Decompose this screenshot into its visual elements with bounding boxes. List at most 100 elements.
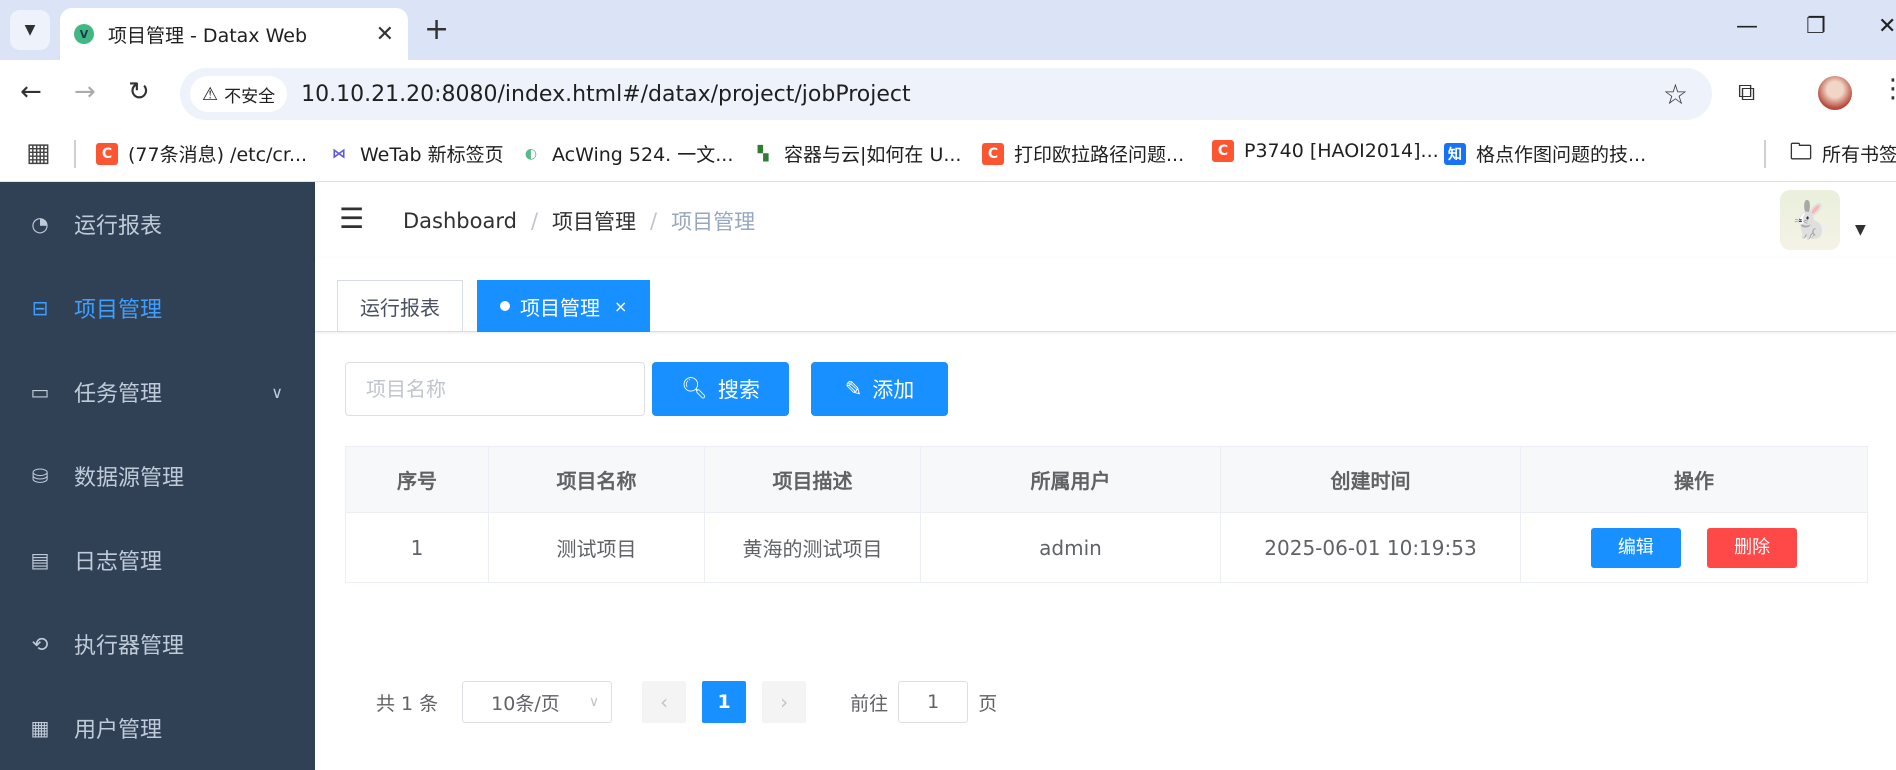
- sidebar-item-users[interactable]: ▦ 用户管理: [0, 686, 315, 770]
- tags-view: 运行报表 项目管理 ×: [315, 258, 1896, 332]
- bookmark-separator: [1764, 140, 1766, 168]
- goto-suffix: 页: [978, 692, 998, 715]
- breadcrumb-project[interactable]: 项目管理: [552, 206, 636, 236]
- sidebar-item-executor[interactable]: ⟲ 执行器管理: [0, 602, 315, 686]
- bookmark-item[interactable]: 知 格点作图问题的技...: [1444, 140, 1646, 167]
- csdn-icon: C: [982, 142, 1004, 165]
- cell-created: 2025-06-01 10:19:53: [1220, 512, 1521, 583]
- column-header: 所属用户: [920, 446, 1221, 513]
- tag-project[interactable]: 项目管理 ×: [477, 280, 651, 332]
- page-size-select[interactable]: 10条/页 ∨: [462, 681, 613, 723]
- hamburger-icon[interactable]: ☰: [339, 202, 364, 235]
- edit-button[interactable]: 编辑: [1590, 527, 1681, 568]
- csdn-icon: C: [1212, 140, 1234, 162]
- cell-actions: 编辑 删除: [1520, 512, 1868, 583]
- chevron-down-icon: ∨: [271, 382, 283, 402]
- minimize-icon[interactable]: —: [1736, 14, 1758, 39]
- cell-user: admin: [920, 512, 1221, 583]
- bookmark-label: 打印欧拉路径问题...: [1014, 144, 1185, 166]
- sidebar-item-label: 任务管理: [74, 382, 163, 407]
- goto-prefix: 前往: [850, 692, 889, 715]
- sidebar-item-datasource[interactable]: ⛁ 数据源管理: [0, 434, 315, 518]
- tag-dashboard[interactable]: 运行报表: [337, 280, 463, 332]
- warning-icon: ⚠: [202, 83, 219, 105]
- sidebar-item-label: 运行报表: [74, 214, 163, 239]
- browser-toolbar: ← → ↻ ⚠ 不安全 10.10.21.20:8080/index.html#…: [0, 60, 1896, 126]
- bookmark-item[interactable]: ▚ 容器与云|如何在 U...: [752, 140, 962, 167]
- vue-favicon-icon: V: [74, 24, 94, 44]
- address-bar[interactable]: ⚠ 不安全 10.10.21.20:8080/index.html#/datax…: [180, 68, 1712, 120]
- search-button-label: 搜索: [717, 379, 760, 402]
- prev-page-button[interactable]: ‹: [642, 681, 687, 723]
- tag-label: 项目管理: [520, 295, 600, 320]
- user-avatar[interactable]: 🐇: [1780, 190, 1840, 250]
- folder-icon: 🗀: [1790, 139, 1813, 165]
- goto-page-input[interactable]: [898, 681, 969, 723]
- rabbit-icon: 🐇: [1787, 200, 1833, 241]
- page-size-value: 10条/页: [491, 692, 560, 715]
- breadcrumb-dashboard[interactable]: Dashboard: [403, 209, 517, 233]
- security-chip[interactable]: ⚠ 不安全: [190, 76, 288, 112]
- sidebar-item-logs[interactable]: ▤ 日志管理: [0, 518, 315, 602]
- window-close-icon[interactable]: ✕: [1878, 14, 1896, 39]
- more-menu-icon[interactable]: ⋮: [1880, 74, 1896, 104]
- sidebar-item-project[interactable]: ⊟ 项目管理: [0, 266, 315, 350]
- sidebar-item-label: 执行器管理: [74, 634, 185, 659]
- sidebar-item-label: 用户管理: [74, 718, 163, 743]
- database-icon: ⛁: [31, 464, 49, 488]
- new-tab-button[interactable]: +: [424, 12, 449, 48]
- sidebar-item-label: 数据源管理: [74, 466, 185, 491]
- bookmark-item[interactable]: ⋈ WeTab 新标签页: [328, 140, 504, 167]
- bookmark-item[interactable]: ◐ AcWing 524. 一文...: [520, 140, 733, 167]
- forward-icon[interactable]: →: [74, 76, 96, 108]
- next-page-button[interactable]: ›: [762, 681, 807, 723]
- sidebar-item-label: 日志管理: [74, 550, 163, 575]
- breadcrumb-separator: /: [530, 209, 539, 233]
- cell-index: 1: [345, 512, 489, 583]
- add-button-label: 添加: [872, 379, 915, 402]
- chevron-down-icon: ∨: [588, 694, 600, 710]
- back-icon[interactable]: ←: [20, 76, 42, 108]
- add-button[interactable]: ✎ 添加: [811, 362, 948, 416]
- chevron-down-icon: ▼: [24, 22, 36, 38]
- zhihu-icon: 知: [1444, 142, 1466, 165]
- extensions-icon[interactable]: ⧉: [1738, 78, 1755, 106]
- column-header: 创建时间: [1220, 446, 1521, 513]
- restore-icon[interactable]: ❐: [1806, 14, 1826, 39]
- table-row: 1 测试项目 黄海的测试项目 admin 2025-06-01 10:19:53…: [345, 512, 1868, 583]
- sidebar-item-dashboard[interactable]: ◔ 运行报表: [0, 182, 315, 266]
- column-header: 项目名称: [488, 446, 705, 513]
- edit-pen-icon: ✎: [844, 377, 863, 401]
- sidebar-item-tasks[interactable]: ▭ 任务管理 ∨: [0, 350, 315, 434]
- url-text[interactable]: 10.10.21.20:8080/index.html#/datax/proje…: [301, 82, 1663, 107]
- reload-icon[interactable]: ↻: [128, 76, 150, 108]
- project-name-input[interactable]: [345, 362, 645, 416]
- active-dot-icon: [500, 301, 510, 311]
- tab-search-button[interactable]: ▼: [10, 10, 50, 50]
- caret-down-icon[interactable]: ▼: [1855, 222, 1866, 238]
- bookmark-item[interactable]: C 打印欧拉路径问题...: [982, 140, 1184, 167]
- cell-name: 测试项目: [488, 512, 705, 583]
- profile-avatar[interactable]: [1818, 76, 1852, 110]
- bookmark-star-icon[interactable]: ☆: [1663, 78, 1688, 111]
- user-table-icon: ▦: [30, 716, 50, 740]
- wetab-icon: ⋈: [332, 145, 346, 162]
- apps-grid-icon[interactable]: ▦: [26, 138, 51, 168]
- delete-button[interactable]: 删除: [1707, 527, 1798, 568]
- bookmark-separator: [74, 140, 76, 168]
- table-header-row: 序号 项目名称 项目描述 所属用户 创建时间 操作: [345, 446, 1868, 513]
- all-bookmarks[interactable]: 🗀 所有书签: [1790, 140, 1896, 167]
- close-icon[interactable]: ×: [614, 297, 627, 316]
- bookmark-label: AcWing 524. 一文...: [552, 144, 734, 166]
- bookmark-label: 所有书签: [1822, 144, 1896, 166]
- page-number-current[interactable]: 1: [702, 681, 747, 723]
- close-icon[interactable]: ✕: [376, 22, 394, 47]
- container-cloud-icon: ▚: [757, 145, 769, 162]
- browser-tab-active[interactable]: V 项目管理 - Datax Web ✕: [60, 8, 408, 60]
- app-navbar: ☰ Dashboard / 项目管理 / 项目管理 🐇 ▼: [315, 182, 1896, 258]
- bookmark-item[interactable]: C P3740 [HAOI2014]...: [1212, 140, 1439, 162]
- bookmark-label: WeTab 新标签页: [360, 144, 504, 166]
- bookmark-item[interactable]: C (77条消息) /etc/cr...: [96, 140, 307, 167]
- security-label: 不安全: [224, 86, 276, 107]
- search-button[interactable]: 🔍︎ 搜索: [652, 362, 789, 416]
